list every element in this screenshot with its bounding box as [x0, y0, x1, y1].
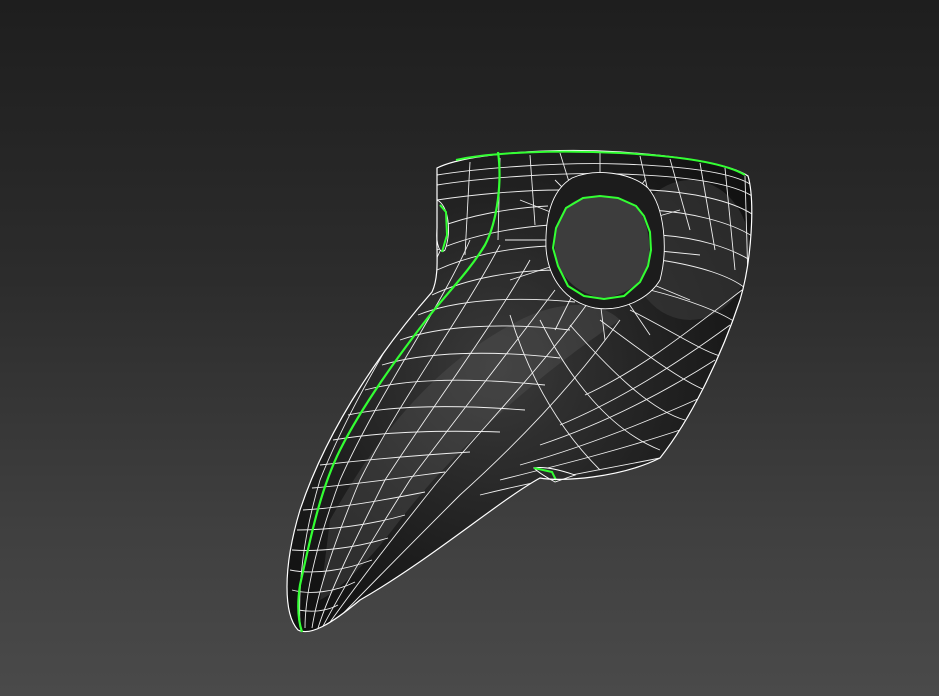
3d-viewport[interactable]	[0, 0, 939, 696]
viewport-canvas[interactable]	[0, 0, 939, 696]
eye-hole[interactable]	[545, 172, 665, 310]
mask-model[interactable]	[286, 149, 753, 633]
